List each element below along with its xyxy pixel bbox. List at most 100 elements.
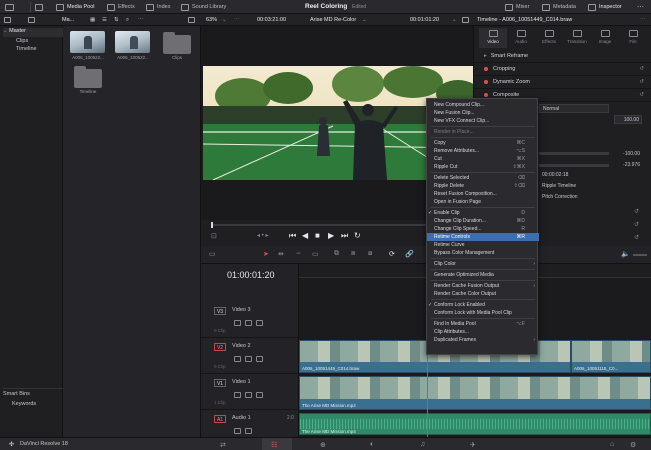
timeline-clip-v1[interactable]: The Arise MD Mission.mp4 [299, 376, 651, 410]
workspace-layout-icon[interactable] [5, 0, 14, 14]
retime-timecode[interactable]: 00:00:02:18 [542, 172, 568, 178]
deliver-page-icon[interactable]: ✈ [470, 441, 476, 449]
menu-item-find-in-media-pool[interactable]: Find In Media Pool ⌥F [427, 320, 539, 328]
scrubber-handle[interactable] [211, 222, 213, 228]
menu-item-clip-color[interactable]: Clip Color › [427, 260, 539, 268]
menu-item-new-vfx-connect-clip[interactable]: New VFX Connect Clip... [427, 117, 539, 125]
ripple-timeline-checkbox[interactable]: Ripple Timeline [542, 183, 576, 189]
audio-level-icon[interactable]: 🔈 [621, 250, 630, 258]
viewer-layout-icon[interactable] [188, 14, 195, 26]
timeline-clip-a1[interactable]: The Arise MD Mission.mp4 [299, 413, 651, 435]
inspector-button[interactable]: Inspector [588, 0, 622, 14]
track-badge[interactable]: V3 [214, 307, 226, 315]
metadata-button[interactable]: Metadata [542, 0, 576, 14]
timeline-zoom-slider[interactable] [633, 254, 647, 256]
menu-item-new-compound-clip[interactable]: New Compound Clip... [427, 101, 539, 109]
track-name[interactable]: Video 1 [232, 379, 251, 385]
blade-tool-icon[interactable]: ▭ [312, 250, 319, 258]
bin-master[interactable]: ⌄ Master [3, 28, 63, 37]
timeline-clip-v2[interactable]: A006_10051115_C0... [571, 340, 651, 373]
zoom-dropdown-icon[interactable]: ⌄ [222, 14, 227, 26]
clip-inspector-icon[interactable] [462, 14, 469, 26]
menu-item-retime-controls[interactable]: Retime Controls ⌘R [427, 233, 539, 241]
menu-item-duplicated-frames[interactable]: Duplicated Frames › [427, 336, 539, 344]
trim-tool-icon[interactable]: ⇹ [278, 250, 284, 258]
auto-select-icon[interactable] [245, 320, 252, 326]
auto-select-icon[interactable] [245, 392, 252, 398]
inspector-tab-effects[interactable]: Effects [535, 28, 563, 48]
loop-icon[interactable]: ↻ [354, 231, 361, 240]
linked-selection-icon[interactable]: 🔗 [405, 250, 414, 258]
menu-item-render-cache-fusion-output[interactable]: Render Cache Fusion Output › [427, 282, 539, 290]
track-name[interactable]: Video 3 [232, 307, 251, 313]
snapping-icon[interactable]: ⟳ [389, 250, 395, 258]
menu-item-ripple-cut[interactable]: Ripple Cut ⇧⌘X [427, 163, 539, 171]
jog-control-icon[interactable]: ◂ • ▸ [257, 232, 268, 239]
menu-item-copy[interactable]: Copy ⌘C [427, 139, 539, 147]
track-header-v2[interactable]: V2 Video 2 0 Clip [201, 338, 299, 374]
go-to-end-icon[interactable]: ⏭ [341, 231, 348, 241]
search-icon[interactable]: ⌕ [126, 14, 129, 26]
menu-item-clip-attributes[interactable]: Clip Attributes... [427, 328, 539, 336]
clip-thumbnail[interactable] [115, 31, 150, 53]
effects-button[interactable]: Effects [107, 0, 135, 14]
reset-icon[interactable]: ↺ [634, 208, 639, 215]
smart-reframe-section[interactable]: ▸ Smart Reframe [474, 50, 651, 63]
sound-library-button[interactable]: Sound Library [181, 0, 226, 14]
more-options-icon[interactable]: ⋯ [138, 14, 144, 26]
lock-track-icon[interactable] [234, 356, 241, 362]
index-button[interactable]: Index [146, 0, 170, 14]
lock-track-icon[interactable] [234, 428, 241, 434]
dynamic-zoom-section[interactable]: Dynamic Zoom ↺ [474, 76, 651, 89]
cropping-section[interactable]: Cropping ↺ [474, 63, 651, 76]
reset-icon[interactable]: ↺ [639, 66, 644, 72]
viewer-options-icon[interactable]: ⋯ [234, 14, 240, 26]
insert-clip-icon[interactable]: ⧉ [334, 250, 339, 258]
lock-track-icon[interactable] [234, 320, 241, 326]
inspector-tab-audio[interactable]: Audio [507, 28, 535, 48]
track-name[interactable]: Video 2 [232, 343, 251, 349]
enable-toggle-icon[interactable] [484, 80, 488, 84]
thumbnail-view-icon[interactable]: ▦ [90, 14, 95, 26]
composite-mode-dropdown[interactable]: Normal [539, 104, 609, 113]
menu-item-change-clip-speed[interactable]: Change Clip Speed... R [427, 225, 539, 233]
replace-clip-icon[interactable]: ⧇ [368, 250, 372, 258]
inspector-tab-file[interactable]: File [619, 28, 647, 48]
bin-timeline[interactable]: Timeline [16, 46, 37, 52]
menu-item-remove-attributes[interactable]: Remove Attributes... ⌥S [427, 147, 539, 155]
fairlight-page-icon[interactable]: ♫ [420, 441, 425, 448]
mixer-button[interactable]: Mixer [505, 0, 529, 14]
settings-gear-icon[interactable]: ⚙ [630, 441, 636, 449]
reset-icon[interactable]: ↺ [639, 79, 644, 85]
menu-item-conform-lock-with-media-pool-clip[interactable]: Conform Lock with Media Pool Clip [427, 309, 539, 317]
stop-icon[interactable]: ■ [315, 231, 320, 240]
timeline-dropdown-icon[interactable]: ⌄ [362, 14, 367, 26]
enable-toggle-icon[interactable] [484, 67, 488, 71]
menu-item-retime-curve[interactable]: Retime Curve [427, 241, 539, 249]
sort-icon[interactable]: ⇅ [114, 14, 119, 26]
go-to-start-icon[interactable]: ⏮ [289, 231, 296, 241]
menu-item-cut[interactable]: Cut ⌘X [427, 155, 539, 163]
track-badge[interactable]: V1 [214, 379, 226, 387]
menu-item-bypass-color-management[interactable]: Bypass Color Management [427, 249, 539, 257]
smart-bin-keywords[interactable]: Keywords [12, 401, 36, 407]
inspector-tab-transition[interactable]: Transition [563, 28, 591, 48]
folder-icon[interactable] [163, 32, 191, 54]
reset-icon[interactable]: ↺ [634, 221, 639, 228]
home-icon[interactable]: ⌂ [610, 441, 614, 448]
auto-select-icon[interactable] [245, 356, 252, 362]
fusion-page-icon[interactable]: ⊕ [320, 441, 326, 449]
parameter-slider[interactable] [539, 152, 609, 155]
disable-track-icon[interactable] [256, 356, 263, 362]
parameter-slider[interactable] [539, 164, 609, 167]
pitch-correction-checkbox[interactable]: Pitch Correction [542, 194, 578, 200]
clip-thumbnail[interactable] [70, 31, 105, 53]
lock-track-icon[interactable] [234, 392, 241, 398]
reset-icon[interactable]: ↺ [639, 92, 644, 98]
track-name[interactable]: Audio 1 [232, 415, 251, 421]
bin-list-toggle-icon[interactable] [4, 14, 11, 26]
reset-icon[interactable]: ↺ [634, 234, 639, 241]
folder-icon[interactable] [74, 66, 102, 88]
menu-item-render-cache-color-output[interactable]: Render Cache Color Output [427, 290, 539, 298]
dynamic-trim-icon[interactable]: ⇔ [295, 250, 302, 257]
